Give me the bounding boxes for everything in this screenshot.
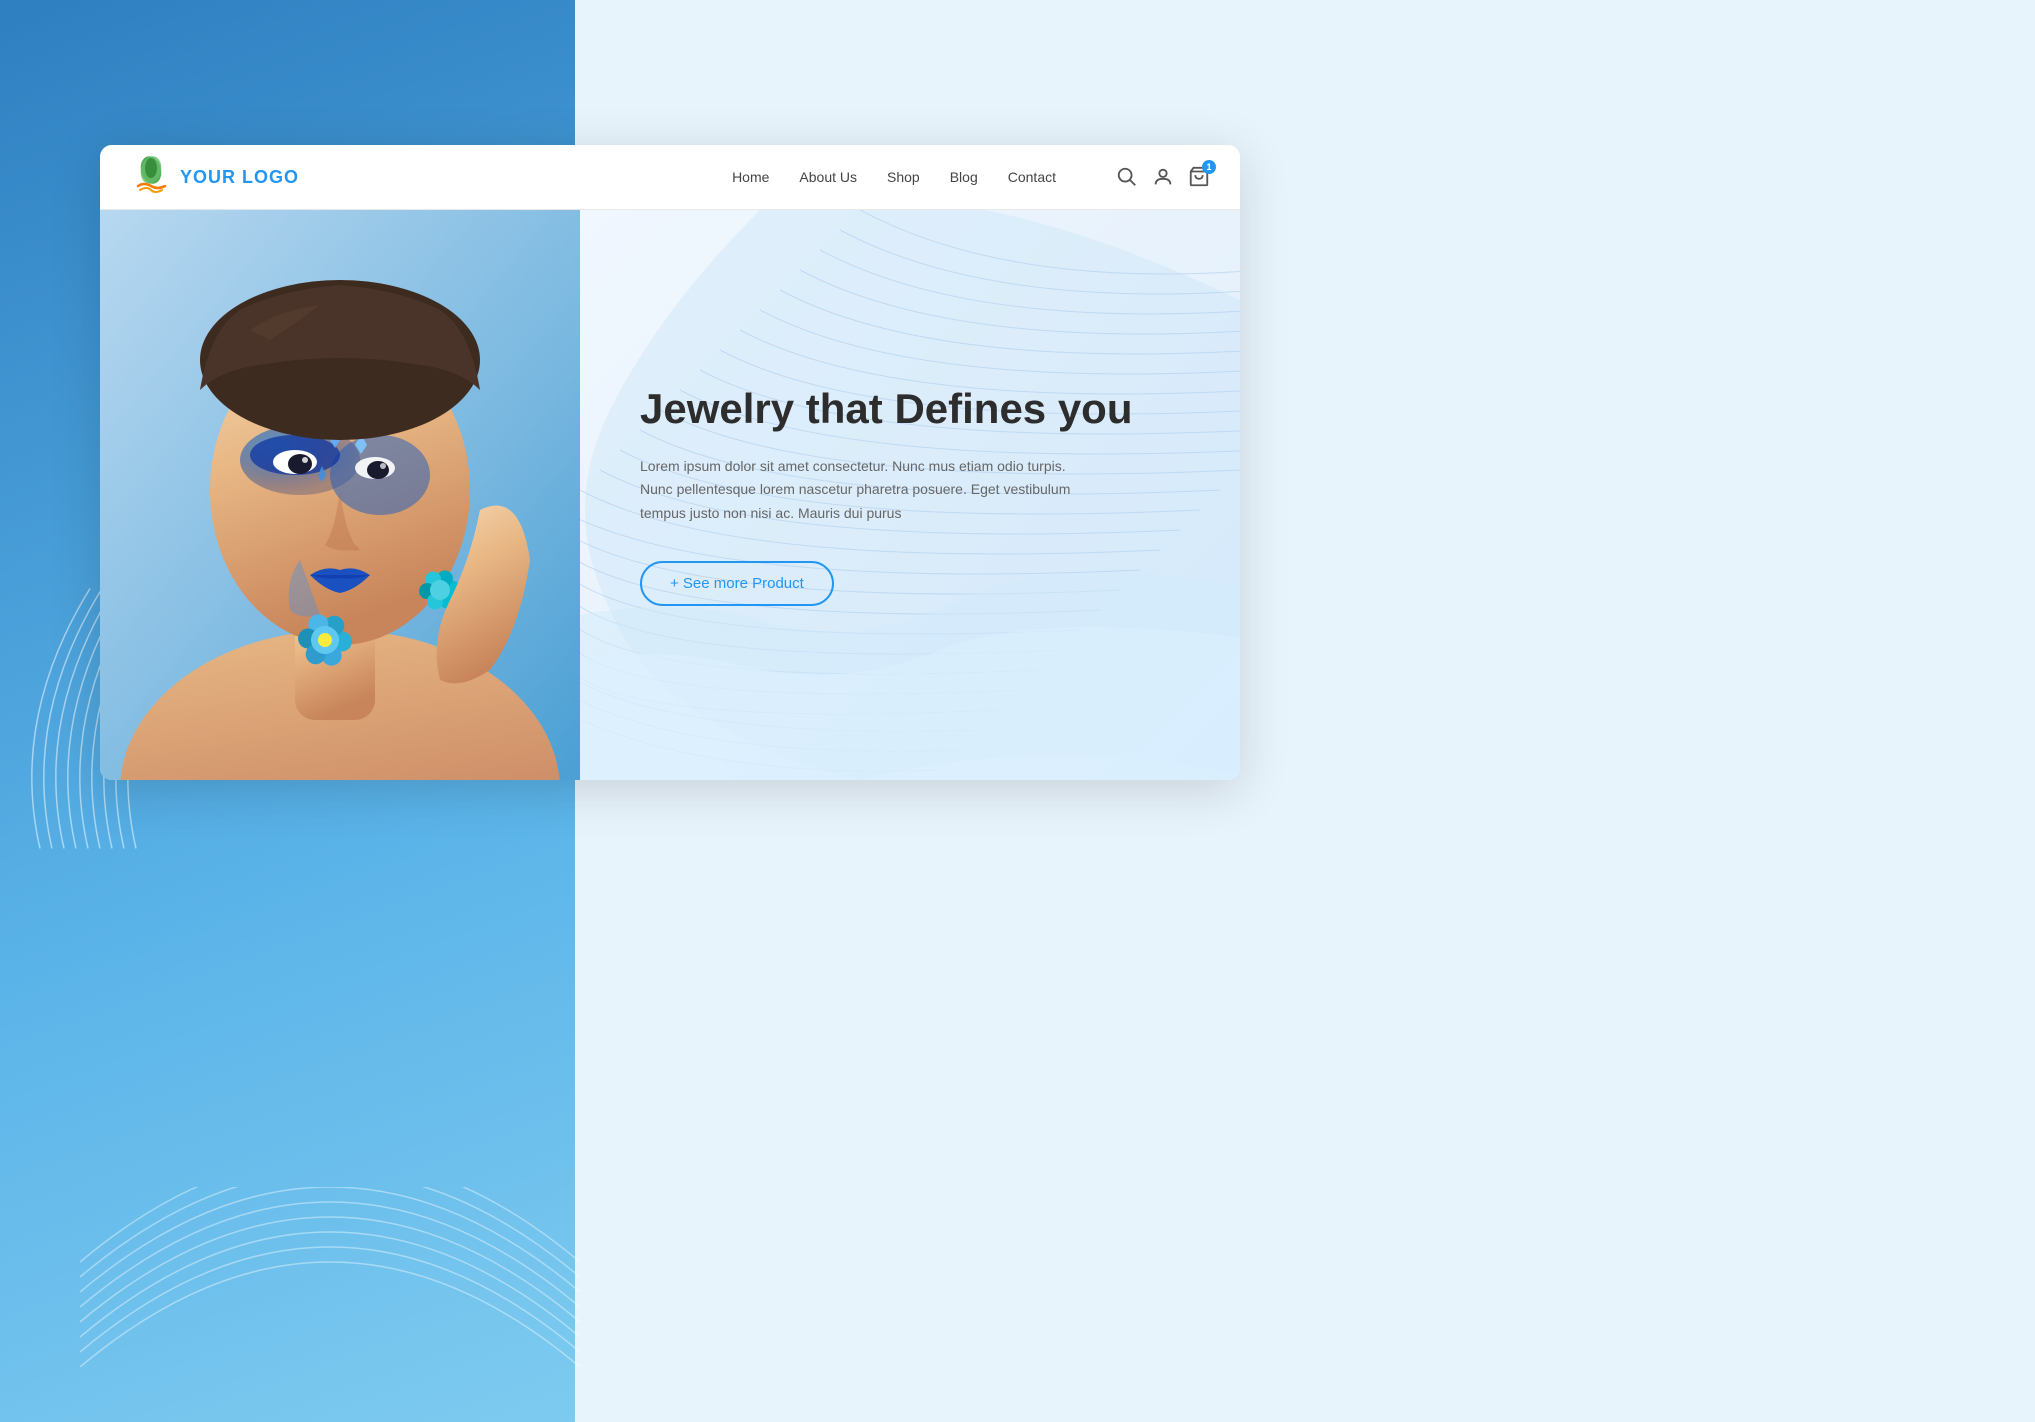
nav-about[interactable]: About Us [799, 169, 857, 185]
nav-icons: 1 [1116, 166, 1210, 188]
nav-contact[interactable]: Contact [1008, 169, 1056, 185]
logo-area[interactable]: YOUR LOGO [130, 156, 299, 198]
hero-image-area [100, 210, 580, 780]
nav-blog[interactable]: Blog [950, 169, 978, 185]
bottom-arc-decoration [80, 1187, 580, 1372]
nav-links: Home About Us Shop Blog Contact [732, 169, 1056, 185]
logo-icon [130, 156, 172, 198]
see-more-button[interactable]: + See more Product [640, 561, 834, 606]
hero-section: Jewelry that Defines you Lorem ipsum dol… [100, 210, 1240, 780]
hero-title: Jewelry that Defines you [640, 384, 1180, 434]
nav-shop[interactable]: Shop [887, 169, 920, 185]
logo-text: YOUR LOGO [180, 167, 299, 188]
nav-home[interactable]: Home [732, 169, 769, 185]
website-card: YOUR LOGO Home About Us Shop Blog Contac… [100, 145, 1240, 780]
user-icon[interactable] [1152, 166, 1174, 188]
cart-badge: 1 [1202, 160, 1216, 174]
cart-icon[interactable]: 1 [1188, 166, 1210, 188]
hero-text-content: Jewelry that Defines you Lorem ipsum dol… [640, 384, 1180, 606]
search-icon[interactable] [1116, 166, 1138, 188]
hero-description: Lorem ipsum dolor sit amet consectetur. … [640, 455, 1090, 526]
hero-content: Jewelry that Defines you Lorem ipsum dol… [580, 210, 1240, 780]
navbar: YOUR LOGO Home About Us Shop Blog Contac… [100, 145, 1240, 210]
